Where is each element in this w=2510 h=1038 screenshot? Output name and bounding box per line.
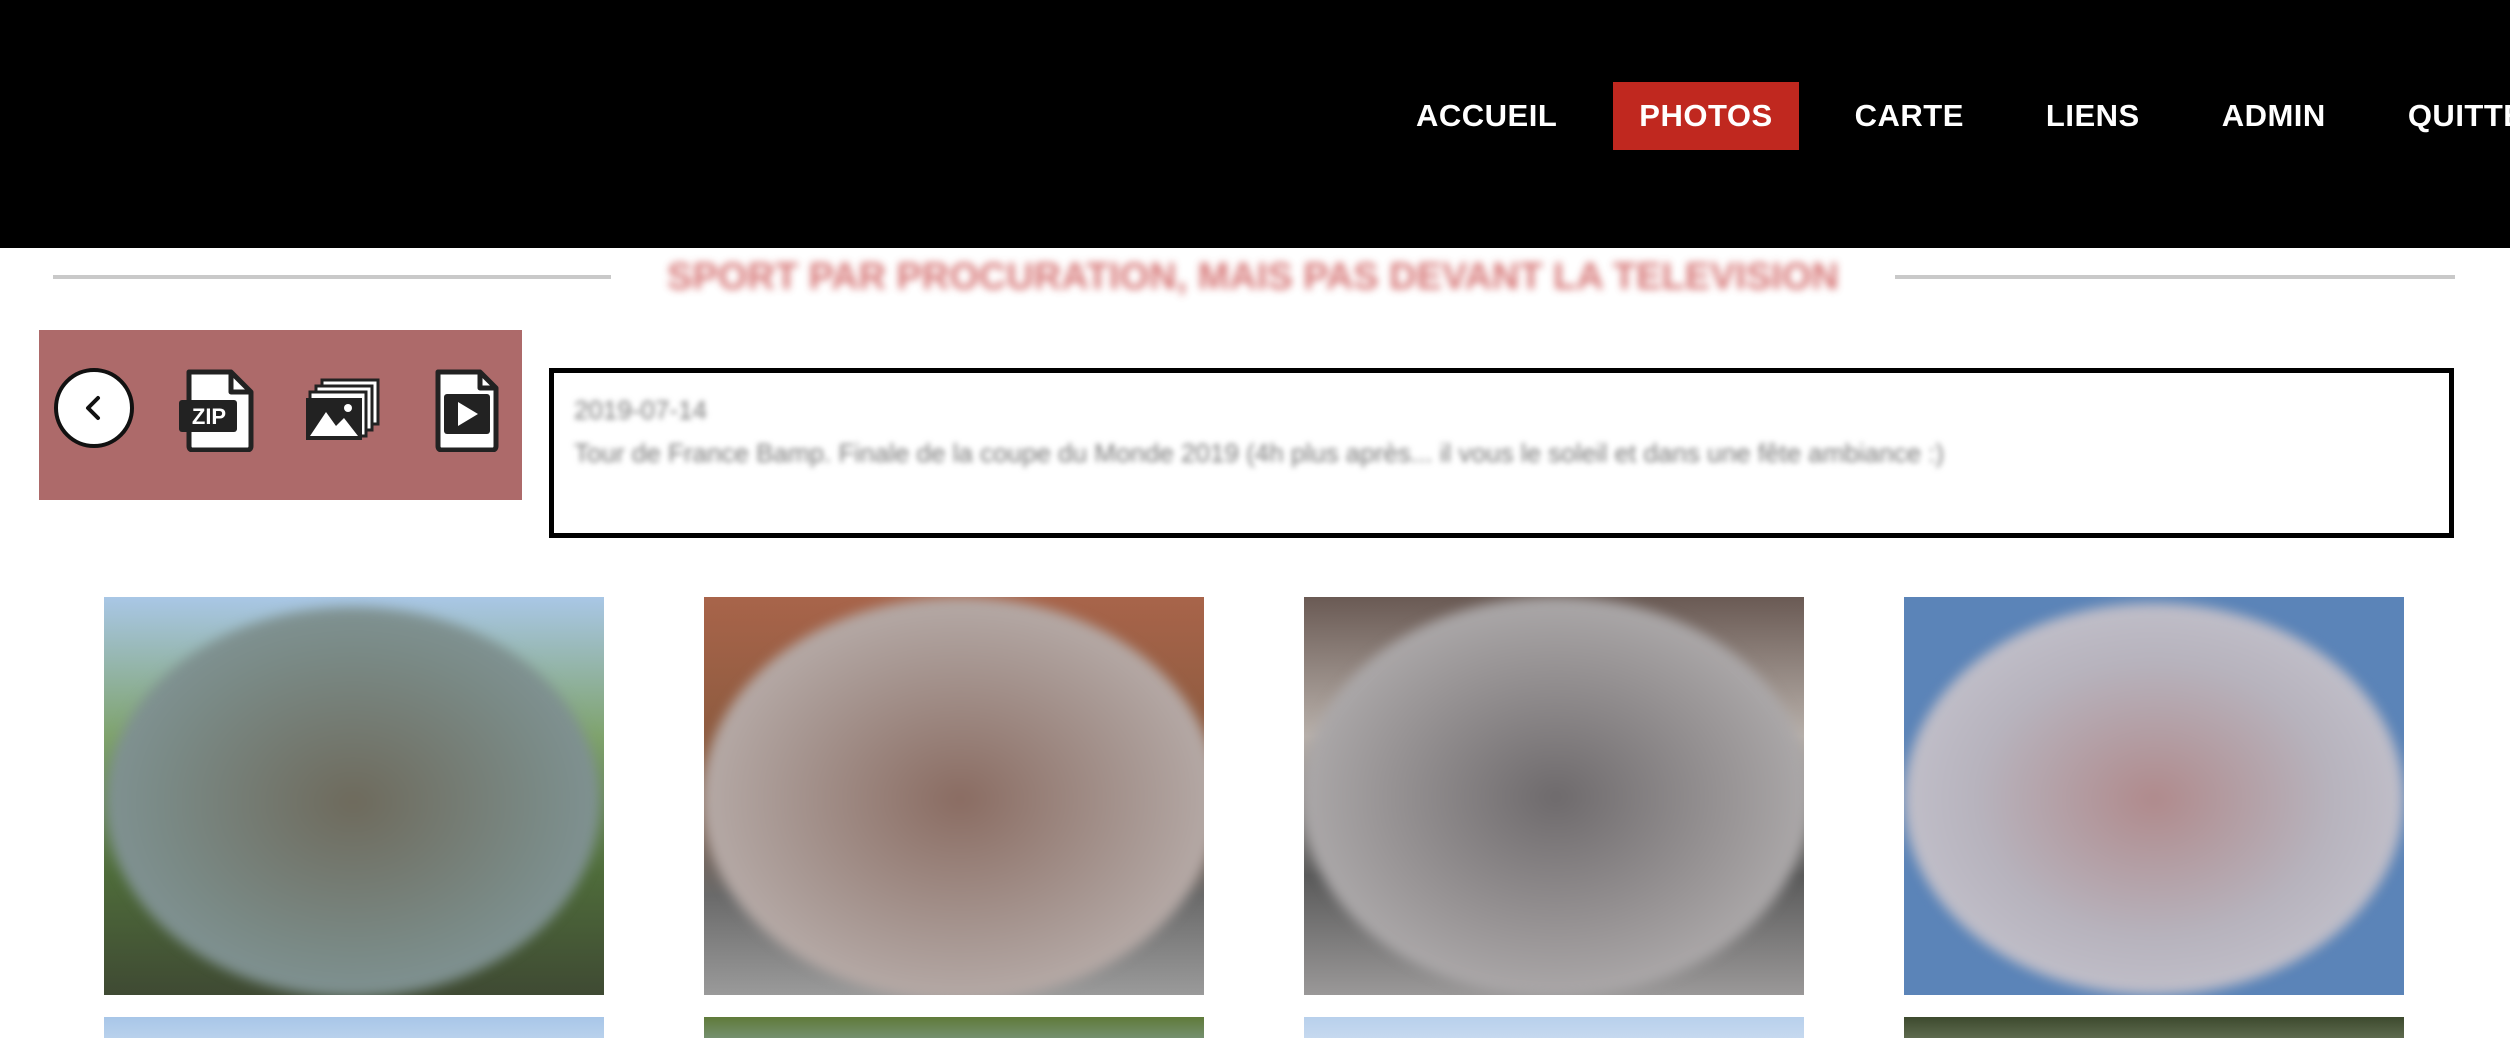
photo-blur-mask bbox=[106, 607, 600, 995]
photo-thumbnail[interactable] bbox=[704, 1017, 1204, 1038]
photo-thumbnail[interactable] bbox=[104, 597, 604, 995]
nav-item-liens[interactable]: LIENS bbox=[2020, 82, 2166, 150]
title-band: SPORT PAR PROCURATION, MAIS PAS DEVANT L… bbox=[0, 248, 2510, 308]
photo-blur-mask bbox=[704, 597, 1204, 995]
photo-thumbnail[interactable] bbox=[104, 1017, 604, 1038]
photo-blur-mask bbox=[1904, 603, 2404, 995]
photo-thumbnail[interactable] bbox=[1304, 597, 1804, 995]
nav-item-photos[interactable]: PHOTOS bbox=[1613, 82, 1799, 150]
chevron-left-icon bbox=[86, 396, 100, 420]
title-rule-left bbox=[53, 275, 611, 279]
album-description-box: 2019-07-14 Tour de France Bamp. Finale d… bbox=[549, 368, 2454, 538]
slideshow-button[interactable] bbox=[434, 368, 500, 457]
album-description: Tour de France Bamp. Finale de la coupe … bbox=[574, 438, 1945, 468]
gallery-view-button[interactable] bbox=[304, 378, 382, 447]
nav-item-carte[interactable]: CARTE bbox=[1829, 82, 1990, 150]
title-rule-right bbox=[1895, 275, 2455, 279]
album-toolbar: ZIP bbox=[39, 330, 522, 500]
nav-item-admin[interactable]: ADMIN bbox=[2196, 82, 2352, 150]
image-stack-icon bbox=[306, 378, 380, 440]
page-title: SPORT PAR PROCURATION, MAIS PAS DEVANT L… bbox=[667, 256, 1839, 298]
photo-thumbnail[interactable] bbox=[1304, 1017, 1804, 1038]
nav-item-quitter[interactable]: QUITTER bbox=[2382, 82, 2510, 150]
photo-blur-mask bbox=[1304, 597, 1804, 995]
nav-item-accueil[interactable]: ACCUEIL bbox=[1390, 82, 1583, 150]
zip-label: ZIP bbox=[191, 404, 227, 429]
play-document-icon bbox=[435, 369, 499, 453]
page: ACCUEIL PHOTOS CARTE LIENS ADMIN QUITTER… bbox=[0, 0, 2510, 1038]
download-zip-button[interactable]: ZIP bbox=[179, 368, 257, 457]
header-bar: ACCUEIL PHOTOS CARTE LIENS ADMIN QUITTER bbox=[0, 0, 2510, 248]
photo-thumbnail[interactable] bbox=[1904, 597, 2404, 995]
back-button[interactable] bbox=[54, 368, 134, 448]
main-nav: ACCUEIL PHOTOS CARTE LIENS ADMIN QUITTER bbox=[1390, 82, 2510, 150]
photo-thumbnail[interactable] bbox=[1904, 1017, 2404, 1038]
photo-thumbnail[interactable] bbox=[704, 597, 1204, 995]
album-date: 2019-07-14 bbox=[574, 395, 707, 425]
